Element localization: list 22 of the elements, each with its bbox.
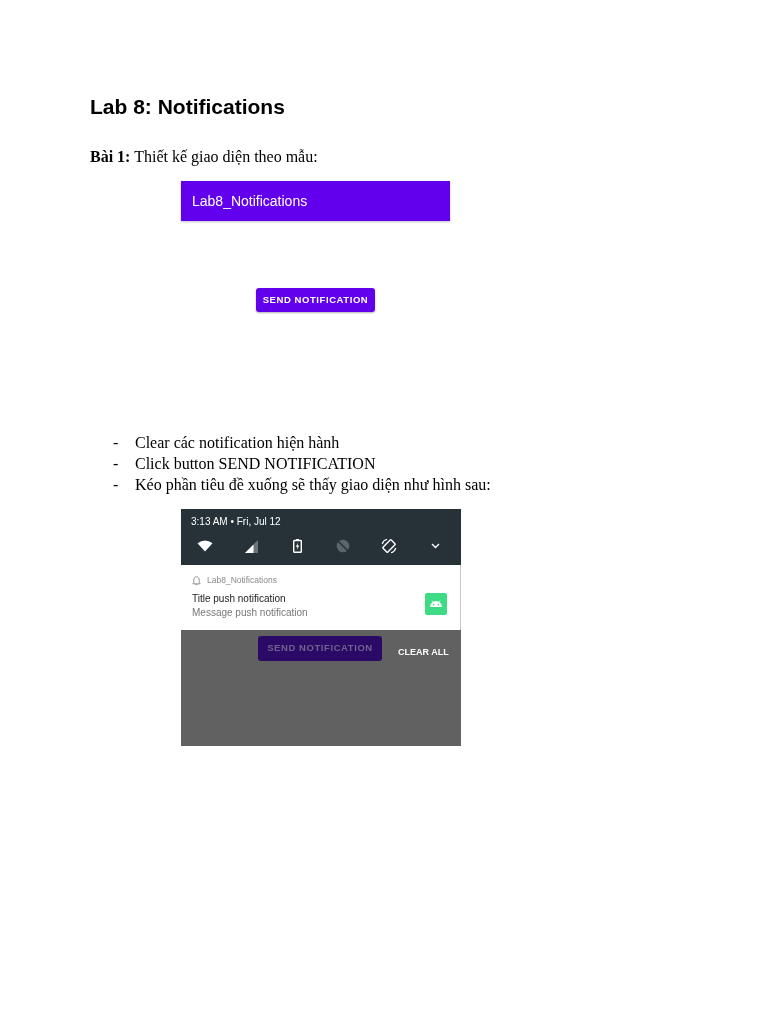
step-text: Click button SEND NOTIFICATION — [135, 454, 376, 474]
notification-message: Message push notification — [192, 606, 308, 619]
bell-icon — [192, 575, 201, 586]
signal-icon[interactable] — [244, 539, 258, 553]
list-dash: - — [113, 476, 119, 493]
notification-title: Title push notification — [192, 592, 286, 605]
app-bar-title: Lab8_Notifications — [192, 193, 308, 209]
step-text: Kéo phần tiêu đề xuống sẽ thấy giao diện như hình sau: — [135, 475, 491, 495]
status-date-time: 3:13 AM • Fri, Jul 12 — [191, 515, 281, 528]
chevron-down-icon[interactable] — [430, 543, 440, 549]
clear-all-button[interactable]: CLEAR ALL — [398, 647, 449, 658]
notification-app-name: Lab8_Notifications — [207, 575, 277, 586]
rotate-icon[interactable] — [381, 538, 397, 554]
battery-charging-icon[interactable] — [292, 539, 302, 553]
wifi-icon[interactable] — [197, 540, 213, 552]
step-text: Clear các notification hiện hành — [135, 433, 340, 453]
list-dash: - — [113, 434, 119, 451]
list-dash: - — [113, 455, 119, 472]
android-icon — [425, 593, 447, 615]
send-notification-button[interactable]: SEND NOTIFICATION — [256, 288, 375, 312]
exercise-instruction: Bài 1: Thiết kế giao diện theo mẫu: — [90, 148, 318, 166]
document-title: Lab 8: Notifications — [90, 95, 285, 119]
